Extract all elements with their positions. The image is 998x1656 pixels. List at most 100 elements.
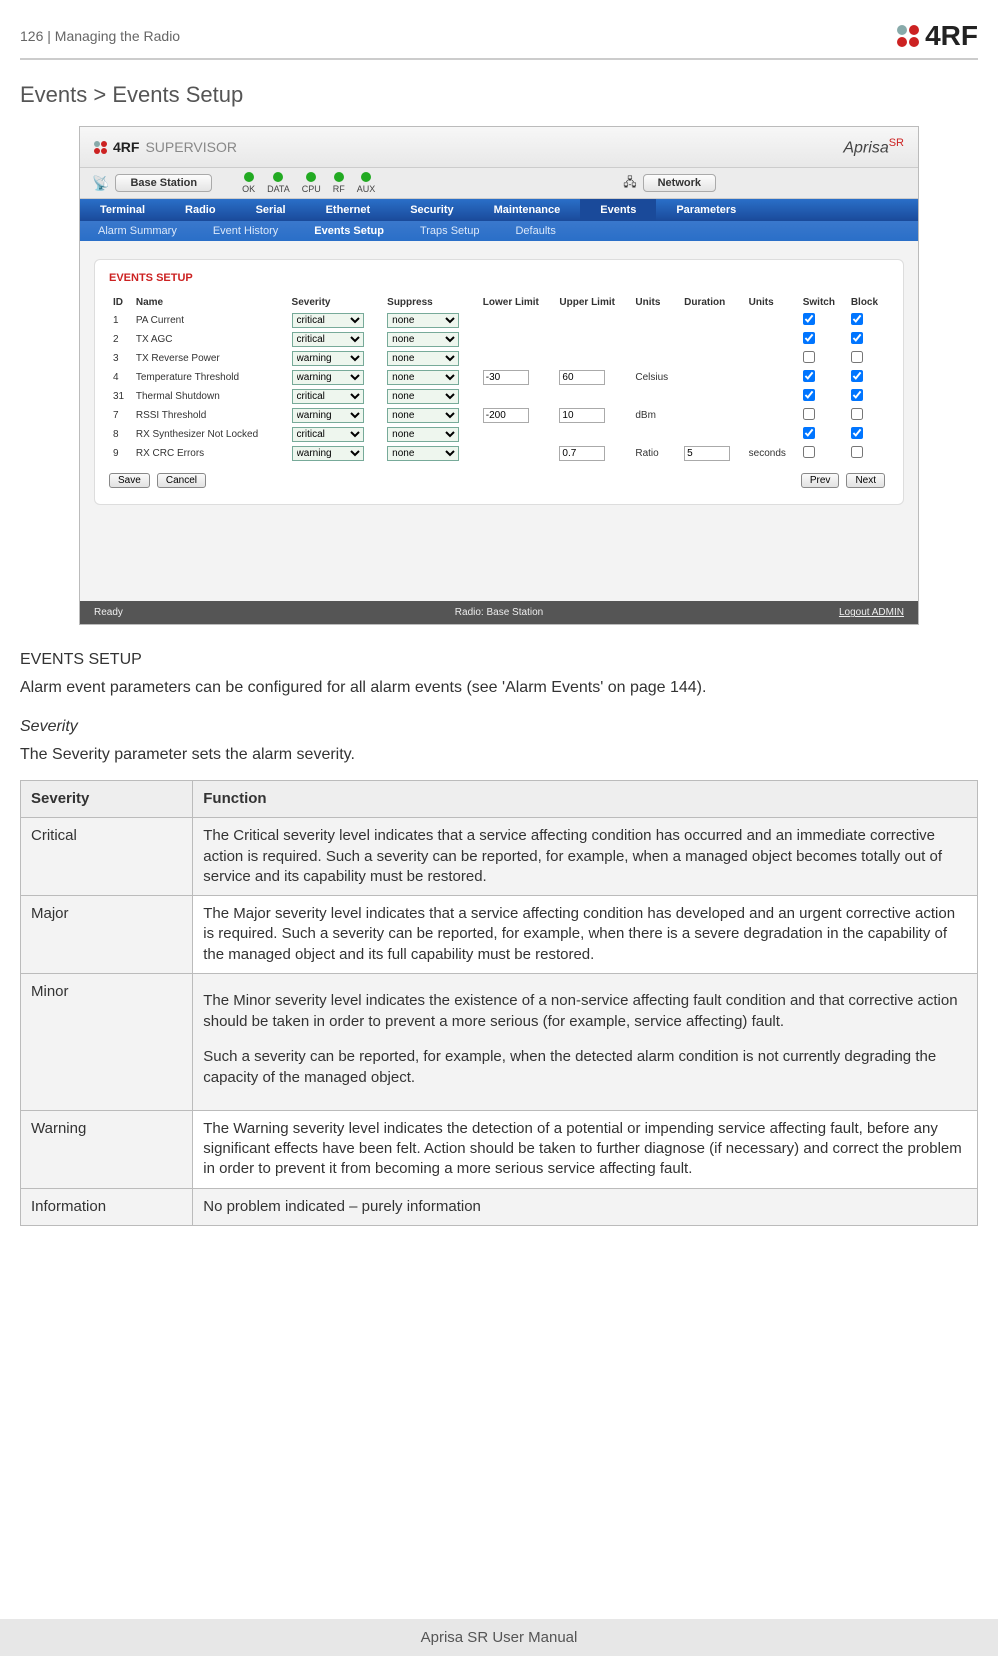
brand-dots-icon <box>897 25 919 47</box>
cell-units <box>631 349 680 368</box>
severity-select[interactable]: warning <box>292 370 364 385</box>
block-checkbox[interactable] <box>851 332 863 344</box>
upper-input[interactable] <box>559 408 605 423</box>
col-severity: Severity <box>288 294 384 311</box>
lower-input[interactable] <box>483 408 529 423</box>
subnav-event-history[interactable]: Event History <box>195 221 296 241</box>
duration-input[interactable] <box>684 446 730 461</box>
sev-warning-desc: The Warning severity level indicates the… <box>193 1110 978 1188</box>
switch-checkbox[interactable] <box>803 351 815 363</box>
suppress-select[interactable]: none <box>387 389 459 404</box>
severity-select[interactable]: critical <box>292 427 364 442</box>
suppress-select[interactable]: none <box>387 427 459 442</box>
cell-units <box>631 425 680 444</box>
nav-radio[interactable]: Radio <box>165 199 236 221</box>
subnav-alarm-summary[interactable]: Alarm Summary <box>80 221 195 241</box>
cell-units: Ratio <box>631 444 680 463</box>
page-header: 126 | Managing the Radio 4RF <box>20 20 978 60</box>
cell-units <box>631 330 680 349</box>
sev-information-desc: No problem indicated – purely informatio… <box>193 1188 978 1225</box>
body-text: EVENTS SETUP Alarm event parameters can … <box>20 651 978 1226</box>
network-button[interactable]: Network <box>643 174 716 192</box>
ss-bottom-bar: Ready Radio: Base Station Logout ADMIN <box>80 601 918 624</box>
switch-checkbox[interactable] <box>803 332 815 344</box>
lower-input[interactable] <box>483 370 529 385</box>
sev-minor: Minor <box>21 973 193 1110</box>
table-row: 3TX Reverse Powerwarningnone <box>109 349 889 368</box>
severity-select[interactable]: warning <box>292 408 364 423</box>
cell-name: PA Current <box>132 311 288 330</box>
severity-select[interactable]: critical <box>292 332 364 347</box>
led-data: DATA <box>267 172 290 194</box>
cell-units2 <box>745 311 799 330</box>
sev-critical-desc: The Critical severity level indicates th… <box>193 818 978 896</box>
upper-input[interactable] <box>559 446 605 461</box>
nav-parameters[interactable]: Parameters <box>656 199 756 221</box>
upper-input[interactable] <box>559 370 605 385</box>
led-rf: RF <box>333 172 345 194</box>
block-checkbox[interactable] <box>851 408 863 420</box>
logout-link[interactable]: Logout ADMIN <box>839 607 904 618</box>
suppress-select[interactable]: none <box>387 408 459 423</box>
cell-units2: seconds <box>745 444 799 463</box>
block-checkbox[interactable] <box>851 313 863 325</box>
table-header-row: ID Name Severity Suppress Lower Limit Up… <box>109 294 889 311</box>
nav-security[interactable]: Security <box>390 199 473 221</box>
severity-select[interactable]: warning <box>292 351 364 366</box>
block-checkbox[interactable] <box>851 370 863 382</box>
table-row: 7RSSI ThresholdwarningnonedBm <box>109 406 889 425</box>
cell-units <box>631 387 680 406</box>
cell-name: Temperature Threshold <box>132 368 288 387</box>
nav-maintenance[interactable]: Maintenance <box>474 199 581 221</box>
cell-id: 3 <box>109 349 132 368</box>
switch-checkbox[interactable] <box>803 446 815 458</box>
base-station-button[interactable]: Base Station <box>115 174 212 192</box>
nav-terminal[interactable]: Terminal <box>80 199 165 221</box>
switch-checkbox[interactable] <box>803 389 815 401</box>
table-row: 1PA Currentcriticalnone <box>109 311 889 330</box>
nav-serial[interactable]: Serial <box>236 199 306 221</box>
suppress-select[interactable]: none <box>387 351 459 366</box>
block-checkbox[interactable] <box>851 389 863 401</box>
table-row: 2TX AGCcriticalnone <box>109 330 889 349</box>
switch-checkbox[interactable] <box>803 370 815 382</box>
nav-events[interactable]: Events <box>580 199 656 221</box>
sev-information: Information <box>21 1188 193 1225</box>
cell-units2 <box>745 349 799 368</box>
suppress-select[interactable]: none <box>387 332 459 347</box>
cell-units: Celsius <box>631 368 680 387</box>
switch-checkbox[interactable] <box>803 313 815 325</box>
severity-select[interactable]: critical <box>292 389 364 404</box>
subnav-traps-setup[interactable]: Traps Setup <box>402 221 498 241</box>
status-center: Radio: Base Station <box>455 607 543 618</box>
ss-brand-dots-icon <box>94 141 107 154</box>
status-ready: Ready <box>94 607 123 618</box>
suppress-select[interactable]: none <box>387 313 459 328</box>
table-row: Severity Function <box>21 781 978 818</box>
subnav-events-setup[interactable]: Events Setup <box>296 221 402 241</box>
page-section: Managing the Radio <box>55 28 180 44</box>
prev-button[interactable]: Prev <box>801 473 840 488</box>
ss-statusbar: 📡 Base Station OK DATA CPU RF AUX 🖧 Netw… <box>80 167 918 199</box>
save-button[interactable]: Save <box>109 473 150 488</box>
suppress-select[interactable]: none <box>387 446 459 461</box>
events-table: ID Name Severity Suppress Lower Limit Up… <box>109 294 889 463</box>
severity-select[interactable]: critical <box>292 313 364 328</box>
severity-select[interactable]: warning <box>292 446 364 461</box>
cell-units <box>631 311 680 330</box>
switch-checkbox[interactable] <box>803 408 815 420</box>
cancel-button[interactable]: Cancel <box>157 473 206 488</box>
block-checkbox[interactable] <box>851 446 863 458</box>
table-row: 8RX Synthesizer Not Lockedcriticalnone <box>109 425 889 444</box>
switch-checkbox[interactable] <box>803 427 815 439</box>
block-checkbox[interactable] <box>851 351 863 363</box>
col-units2: Units <box>745 294 799 311</box>
next-button[interactable]: Next <box>846 473 885 488</box>
suppress-select[interactable]: none <box>387 370 459 385</box>
block-checkbox[interactable] <box>851 427 863 439</box>
subnav-defaults[interactable]: Defaults <box>497 221 573 241</box>
table-row: 9RX CRC ErrorswarningnoneRatioseconds <box>109 444 889 463</box>
cell-name: Thermal Shutdown <box>132 387 288 406</box>
supervisor-screenshot: 4RF SUPERVISOR AprisaSR 📡 Base Station O… <box>79 126 919 625</box>
nav-ethernet[interactable]: Ethernet <box>306 199 391 221</box>
